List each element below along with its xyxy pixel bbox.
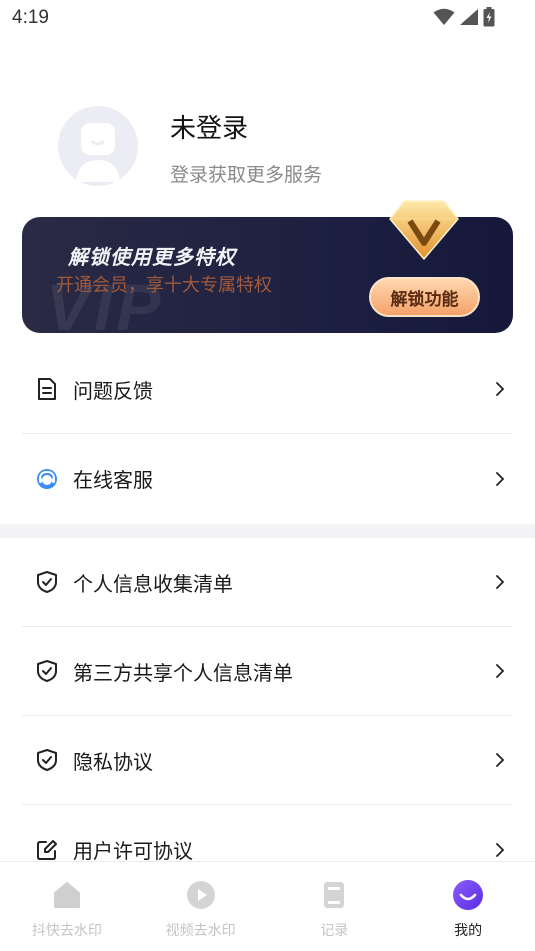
unlock-button[interactable]: 解锁功能 [369,277,480,317]
record-icon [324,882,345,908]
shield-check-icon [35,748,59,772]
menu-item-feedback[interactable]: 问题反馈 [22,345,513,434]
signal-icon [460,9,478,25]
edit-icon [35,838,59,862]
user-avatar-icon [76,123,120,182]
menu-item-label: 用户许可协议 [73,839,193,863]
document-icon [35,377,59,401]
shield-check-icon [35,570,59,594]
login-status-title[interactable]: 未登录 [170,108,248,145]
customer-service-icon [35,467,59,491]
wifi-icon [433,8,455,25]
nav-tab-douyin-watermark[interactable]: 抖快去水印 [0,862,134,951]
nav-label: 抖快去水印 [31,923,102,939]
vip-banner-title: 解锁使用更多特权 [68,245,236,269]
menu-group-legal: 个人信息收集清单 第三方共享个人信息清单 隐私协议 用户许可协议 [0,538,535,894]
nav-label: 我的 [454,923,483,939]
status-time: 4:19 [12,7,49,28]
status-bar: 4:19 [0,0,535,36]
profile-header[interactable]: 未登录 登录获取更多服务 [58,106,478,186]
chevron-right-icon [496,842,505,857]
nav-label: 记录 [320,923,349,939]
menu-item-label: 在线客服 [73,468,153,492]
play-icon [186,881,215,909]
menu-item-label: 个人信息收集清单 [73,571,233,596]
diamond-icon [389,200,459,261]
nav-tab-records[interactable]: 记录 [268,862,402,951]
menu-item-label: 第三方共享个人信息清单 [73,660,293,685]
section-divider [0,524,535,538]
menu-item-personal-info-list[interactable]: 个人信息收集清单 [22,538,513,627]
chevron-right-icon [496,471,505,486]
menu-item-third-party-sharing[interactable]: 第三方共享个人信息清单 [22,627,513,716]
shield-check-icon [35,659,59,683]
nav-tab-video-watermark[interactable]: 视频去水印 [134,862,268,951]
chevron-right-icon [496,664,505,678]
status-icons [433,7,495,27]
battery-icon [483,7,495,27]
chevron-right-icon [496,753,505,767]
vip-banner-subtitle: 开通会员，享十大专属特权 [56,275,272,296]
menu-item-privacy-policy[interactable]: 隐私协议 [22,716,513,805]
login-prompt-text[interactable]: 登录获取更多服务 [170,160,322,187]
menu-group-support: 问题反馈 在线客服 [0,345,535,523]
menu-item-label: 隐私协议 [73,749,153,774]
chevron-right-icon [496,575,505,589]
smile-icon [453,880,484,910]
nav-label: 视频去水印 [165,923,236,939]
menu-item-label: 问题反馈 [73,378,153,403]
home-icon [53,882,80,908]
nav-tab-mine[interactable]: 我的 [401,862,535,951]
menu-item-online-service[interactable]: 在线客服 [22,434,513,523]
vip-banner[interactable]: VIP 解锁使用更多特权 开通会员，享十大专属特权 解锁功能 [22,200,513,344]
avatar[interactable] [58,106,138,186]
bottom-nav: 抖快去水印 视频去水印 记录 我的 [0,861,535,951]
chevron-right-icon [496,382,505,396]
